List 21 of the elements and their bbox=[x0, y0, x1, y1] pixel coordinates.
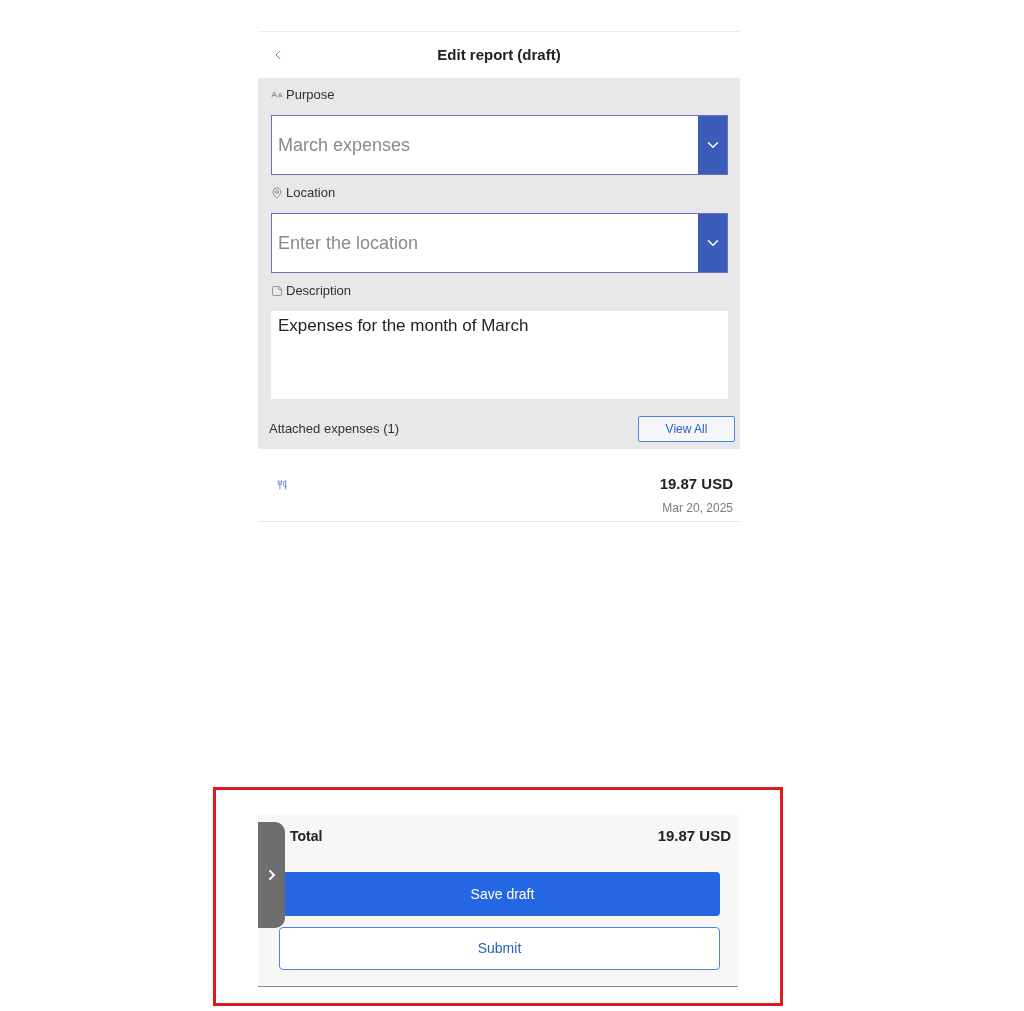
description-field[interactable]: Expenses for the month of March bbox=[271, 311, 728, 399]
map-pin-icon bbox=[271, 187, 283, 199]
save-draft-button[interactable]: Save draft bbox=[285, 872, 720, 916]
view-all-button[interactable]: View All bbox=[638, 416, 735, 442]
text-size-icon bbox=[271, 89, 283, 101]
expense-amount: 19.87 USD bbox=[659, 474, 733, 494]
page-title: Edit report (draft) bbox=[436, 44, 562, 65]
total-label: Total bbox=[290, 826, 323, 846]
field-label: Location bbox=[286, 185, 336, 201]
expense-row[interactable]: 19.87 USD Mar 20, 2025 bbox=[258, 449, 740, 522]
dropdown-field[interactable]: Enter the location bbox=[271, 213, 728, 273]
field-label: Purpose bbox=[286, 87, 335, 103]
note-icon bbox=[271, 285, 283, 297]
attached-expenses-label: Attached expenses (1) bbox=[269, 420, 400, 439]
dropdown-field[interactable]: March expenses bbox=[271, 115, 728, 175]
expense-date: Mar 20, 2025 bbox=[662, 500, 733, 516]
side-tab-handle[interactable] bbox=[258, 822, 285, 928]
utensils-icon bbox=[277, 480, 287, 490]
field-label: Description bbox=[286, 283, 352, 299]
total-amount: 19.87 USD bbox=[657, 825, 731, 846]
submit-button[interactable]: Submit bbox=[279, 927, 720, 970]
